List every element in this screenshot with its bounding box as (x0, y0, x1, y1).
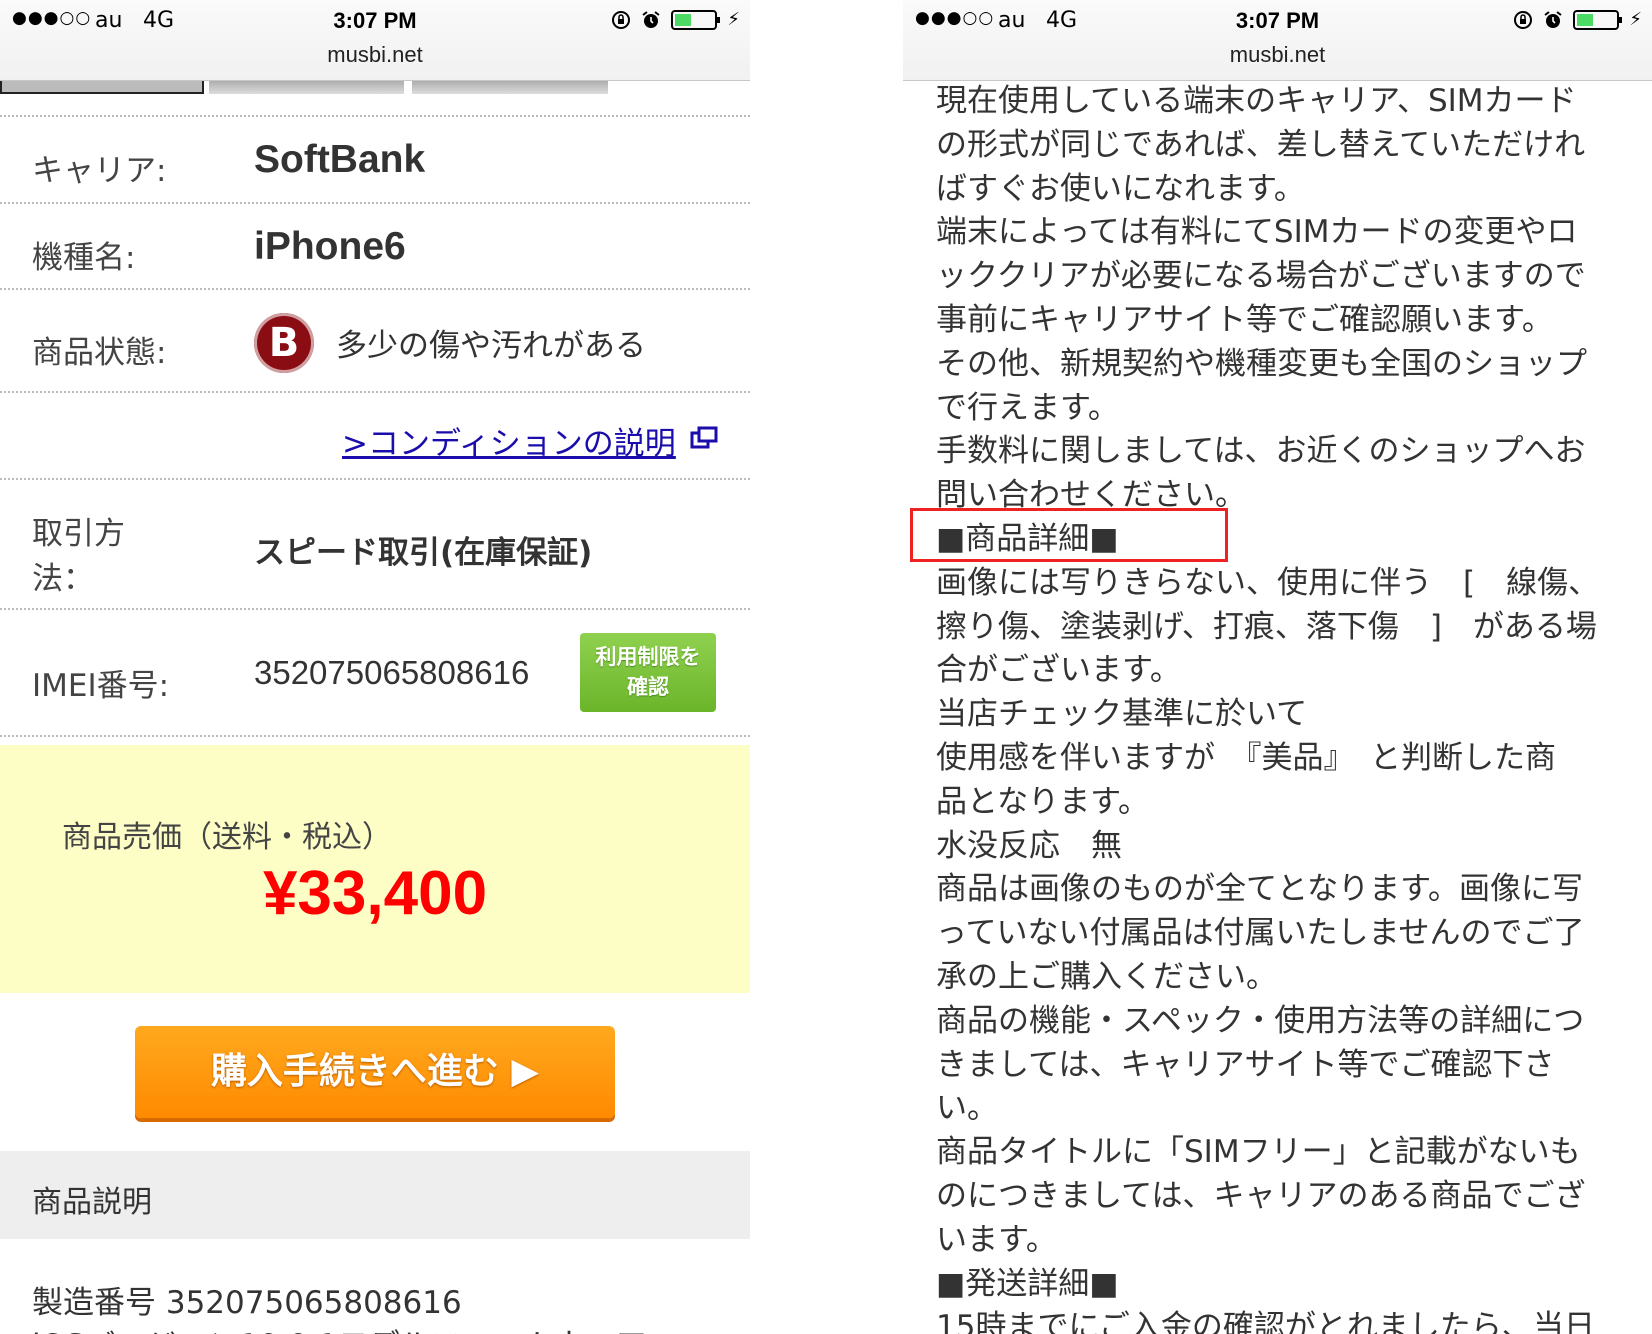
carrier-label: キャリア: (32, 153, 167, 189)
status-bar: ●●●○○ au 4G 3:07 PM ⚡ musbi.net (903, 0, 1652, 81)
price-label: 商品売価（送料・税込） (62, 820, 392, 855)
imei-value: 352075065808616 (254, 654, 530, 691)
ios-version-line: iOSバージョン10.0.1モデルファームウェア (32, 1320, 647, 1334)
thumbnail[interactable] (209, 80, 404, 94)
charging-bolt-icon: ⚡ (727, 9, 740, 30)
divider (0, 735, 750, 737)
divider (0, 391, 750, 393)
alarm-icon (1544, 10, 1562, 28)
model-label: 機種名: (32, 240, 136, 276)
description-line: っていない付属品は付属いたしませんのでご了 (936, 915, 1585, 952)
description-line: 当店チェック基準に於いて (936, 696, 1308, 733)
check-restriction-button-line1: 利用制限を (595, 645, 701, 669)
description-line: います。 (936, 1221, 1057, 1258)
model-value: iPhone6 (254, 225, 406, 268)
description-line: 擦り傷、塗装剥げ、打痕、落下傷 ] がある場 (936, 608, 1597, 645)
description-line: ばすぐお使いになれます。 (936, 170, 1305, 207)
description-header: 商品説明 (0, 1151, 750, 1239)
left-screenshot: ●●●○○ au 4G 3:07 PM ⚡ musbi.net キャリア: So… (0, 0, 750, 1334)
description-line: 合がございます。 (936, 652, 1181, 689)
carrier-value: SoftBank (254, 138, 426, 181)
description-line: で行えます。 (936, 389, 1119, 426)
description-line: 使用感を伴いますが 『美品』 と判断した商 (936, 739, 1556, 776)
right-screenshot: 現在使用している端末のキャリア、SIMカード の形式が同じであれば、差し替えていた… (903, 0, 1652, 1334)
description-line: 事前にキャリアサイト等でご確認願います。 (936, 301, 1553, 338)
description-line: ■発送詳細■ (936, 1265, 1119, 1302)
method-label-line1: 取引方 (32, 516, 125, 552)
description-line: 品となります。 (936, 783, 1149, 820)
thumbnail-selected[interactable] (0, 80, 204, 94)
orientation-lock-icon (1514, 10, 1533, 29)
price-value: ¥33,400 (262, 859, 488, 928)
description-line: の形式が同じであれば、差し替えていただけれ (936, 126, 1586, 163)
check-restriction-button-line2: 確認 (627, 675, 669, 699)
status-bar: ●●●○○ au 4G 3:07 PM ⚡ musbi.net (0, 0, 750, 81)
charging-bolt-icon: ⚡ (1629, 9, 1642, 30)
description-line: 商品の機能・スペック・使用方法等の詳細につ (936, 1002, 1585, 1039)
description-line: のにつきましては、キャリアのある商品でござ (936, 1177, 1586, 1214)
description-line: 端末によっては有料にてSIMカードの変更やロ (936, 214, 1578, 251)
battery-icon (671, 9, 721, 30)
serial-number-line: 製造番号 352075065808616 (32, 1285, 462, 1321)
description-line: 商品は画像のものが全てとなります。画像に写 (936, 871, 1583, 908)
description-line: 水没反応 無 (936, 827, 1122, 864)
imei-label: IMEI番号: (32, 668, 170, 704)
description-line: 画像には写りきらない、使用に伴う [ 線傷、 (936, 564, 1600, 601)
description-line: ッククリアが必要になる場合がございますので (936, 258, 1586, 295)
divider (0, 115, 750, 117)
alarm-icon (642, 10, 660, 28)
thumbnail[interactable] (412, 80, 608, 94)
gap (750, 0, 903, 1334)
condition-explanation-link[interactable]: >コンディションの説明 (342, 418, 676, 463)
description-line: 現在使用している端末のキャリア、SIMカード (936, 83, 1577, 119)
description-line: 承の上ご購入ください。 (936, 958, 1277, 995)
condition-label: 商品状態: (32, 335, 167, 371)
method-value: スピード取引(在庫保証) (254, 535, 593, 571)
description-line: 手数料に関しましては、お近くのショップへお (936, 433, 1586, 470)
battery-icon (1573, 9, 1623, 30)
orientation-lock-icon (612, 10, 631, 29)
proceed-to-purchase-button[interactable]: 購入手続きへ進む ▶ (135, 1026, 615, 1118)
description-line: 商品タイトルに「SIMフリー」と記載がないも (936, 1134, 1581, 1171)
description-line: きましては、キャリアサイト等でご確認下さ (936, 1046, 1555, 1083)
description-line: その他、新規契約や機種変更も全国のショップ (936, 345, 1587, 382)
product-description-text: 現在使用している端末のキャリア、SIMカード の形式が同じであれば、差し替えていた… (936, 80, 1636, 1334)
check-restriction-button[interactable]: 利用制限を 確認 (580, 633, 716, 712)
address-url[interactable]: musbi.net (903, 42, 1652, 68)
highlight-box-product-detail (910, 508, 1228, 562)
description-heading: 商品説明 (32, 1185, 152, 1220)
product-thumbnails (0, 80, 750, 94)
divider (0, 478, 750, 480)
description-line: 15時までにご入金の確認がとれましたら、当日 (936, 1309, 1595, 1334)
condition-text: 多少の傷や汚れがある (336, 328, 646, 364)
description-line: い。 (936, 1090, 998, 1127)
condition-grade-badge: B (254, 313, 314, 373)
divider (0, 288, 750, 290)
divider (0, 608, 750, 610)
external-window-icon[interactable] (690, 426, 718, 450)
method-label-line2: 法： (32, 561, 94, 597)
divider (0, 202, 750, 204)
address-url[interactable]: musbi.net (0, 42, 750, 68)
